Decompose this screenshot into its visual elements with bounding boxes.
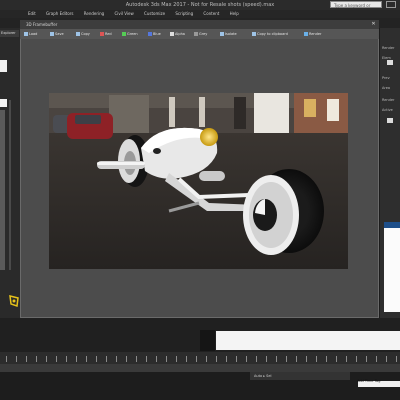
timeline-tick <box>56 356 57 362</box>
search-input[interactable]: Type a keyword or phrase <box>330 1 382 15</box>
menu-civil-view[interactable]: Civil View <box>115 10 134 18</box>
isolate-icon <box>220 32 224 36</box>
command-panel-label: Prev <box>382 76 390 80</box>
timeline-tick <box>86 356 87 362</box>
timeline-tick <box>196 356 197 362</box>
mini-viewport[interactable] <box>200 330 215 351</box>
menu-bar: Edit Graph Editors Rendering Civil View … <box>0 10 400 18</box>
left-panel-input[interactable] <box>0 99 7 107</box>
grey-channel-icon <box>194 32 198 36</box>
timeline-tick <box>296 356 297 362</box>
timeline-tick <box>176 356 177 362</box>
timeline-tick <box>326 356 327 362</box>
timeline-tick <box>156 356 157 362</box>
add-time-tag-label: Add Time Tag <box>357 379 381 383</box>
timeline-tick <box>136 356 137 362</box>
fb-red-button[interactable]: Red <box>100 30 112 38</box>
timeline-tick <box>36 356 37 362</box>
timeline-tick <box>246 356 247 362</box>
command-panel-list[interactable] <box>384 222 400 312</box>
timeline-tick <box>236 356 237 362</box>
command-panel-checkbox[interactable] <box>387 118 393 123</box>
status-field[interactable]: Auto ▸ Sel <box>250 372 350 380</box>
time-slider[interactable] <box>0 352 400 364</box>
fb-load-button[interactable]: Load <box>24 30 37 38</box>
fb-isolate-button[interactable]: Isolate <box>220 30 237 38</box>
timeline-tick <box>376 356 377 362</box>
red-channel-icon <box>100 32 104 36</box>
timeline-tick <box>346 356 347 362</box>
timeline-tick <box>96 356 97 362</box>
command-panel-label: Area <box>382 86 391 90</box>
fb-copy-clipboard-button[interactable]: Copy to clipboard <box>252 30 288 38</box>
load-icon <box>24 32 28 36</box>
menu-graph-editors[interactable]: Graph Editors <box>46 10 73 18</box>
command-panel-label: Render <box>382 46 395 50</box>
clipboard-icon <box>252 32 256 36</box>
close-icon[interactable]: ✕ <box>370 21 377 28</box>
menu-scripting[interactable]: Scripting <box>175 10 193 18</box>
timeline-tick <box>386 356 387 362</box>
timeline-tick <box>216 356 217 362</box>
timeline-tick <box>226 356 227 362</box>
green-channel-icon <box>122 32 126 36</box>
command-panel-label: Render <box>382 98 395 102</box>
blue-channel-icon <box>148 32 152 36</box>
track-bar[interactable] <box>0 364 400 372</box>
command-panel-label: Active <box>382 108 393 112</box>
fb-copy-button[interactable]: Copy <box>76 30 90 38</box>
alpha-channel-icon <box>170 32 174 36</box>
timeline-tick <box>356 356 357 362</box>
timeline-tick <box>256 356 257 362</box>
fb-green-button[interactable]: Green <box>122 30 138 38</box>
timeline-tick <box>126 356 127 362</box>
timeline-tick <box>66 356 67 362</box>
rendered-scene <box>49 93 348 269</box>
window-button[interactable] <box>386 1 396 8</box>
fb-grey-button[interactable]: Grey <box>194 30 207 38</box>
menu-content[interactable]: Content <box>203 10 219 18</box>
timeline-tick <box>336 356 337 362</box>
timeline-tick <box>116 356 117 362</box>
timeline-tick <box>316 356 317 362</box>
fb-blue-button[interactable]: Blue <box>148 30 161 38</box>
timeline-tick <box>186 356 187 362</box>
menu-rendering[interactable]: Rendering <box>84 10 104 18</box>
timeline-tick <box>146 356 147 362</box>
fb-alpha-button[interactable]: Alpha <box>170 30 185 38</box>
fb-render-button[interactable]: Render <box>304 30 321 38</box>
timeline-tick <box>276 356 277 362</box>
menu-customize[interactable]: Customize <box>144 10 165 18</box>
render-image <box>49 93 348 269</box>
copy-icon <box>76 32 80 36</box>
viewcube-icon[interactable] <box>8 294 20 308</box>
command-panel-checkbox[interactable] <box>387 60 393 65</box>
timeline-tick <box>16 356 17 362</box>
command-panel-list-selected[interactable] <box>384 222 400 228</box>
menu-help[interactable]: Help <box>230 10 239 18</box>
timeline-tick <box>366 356 367 362</box>
fb-save-button[interactable]: Save <box>50 30 64 38</box>
timeline-tick <box>106 356 107 362</box>
timeline-tick <box>26 356 27 362</box>
left-panel-scrollbar[interactable] <box>9 100 11 270</box>
menu-edit[interactable]: Edit <box>28 10 36 18</box>
timeline-tick <box>306 356 307 362</box>
frame-buffer-title: 3D Framebuffer <box>26 22 58 27</box>
timeline-tick <box>46 356 47 362</box>
left-panel-list[interactable] <box>0 110 5 270</box>
render-teapot-icon <box>304 32 308 36</box>
timeline-tick <box>396 356 397 362</box>
timeline-tick <box>166 356 167 362</box>
timeline-tick <box>286 356 287 362</box>
timeline-tick <box>206 356 207 362</box>
mini-listener[interactable] <box>216 331 400 350</box>
timeline-tick <box>266 356 267 362</box>
left-panel-tab[interactable]: Explorer <box>0 30 19 37</box>
timeline-tick <box>6 356 7 362</box>
timeline-tick <box>76 356 77 362</box>
save-icon <box>50 32 54 36</box>
frame-buffer-title-bar[interactable] <box>20 20 379 29</box>
left-panel-swatch[interactable] <box>0 60 7 72</box>
